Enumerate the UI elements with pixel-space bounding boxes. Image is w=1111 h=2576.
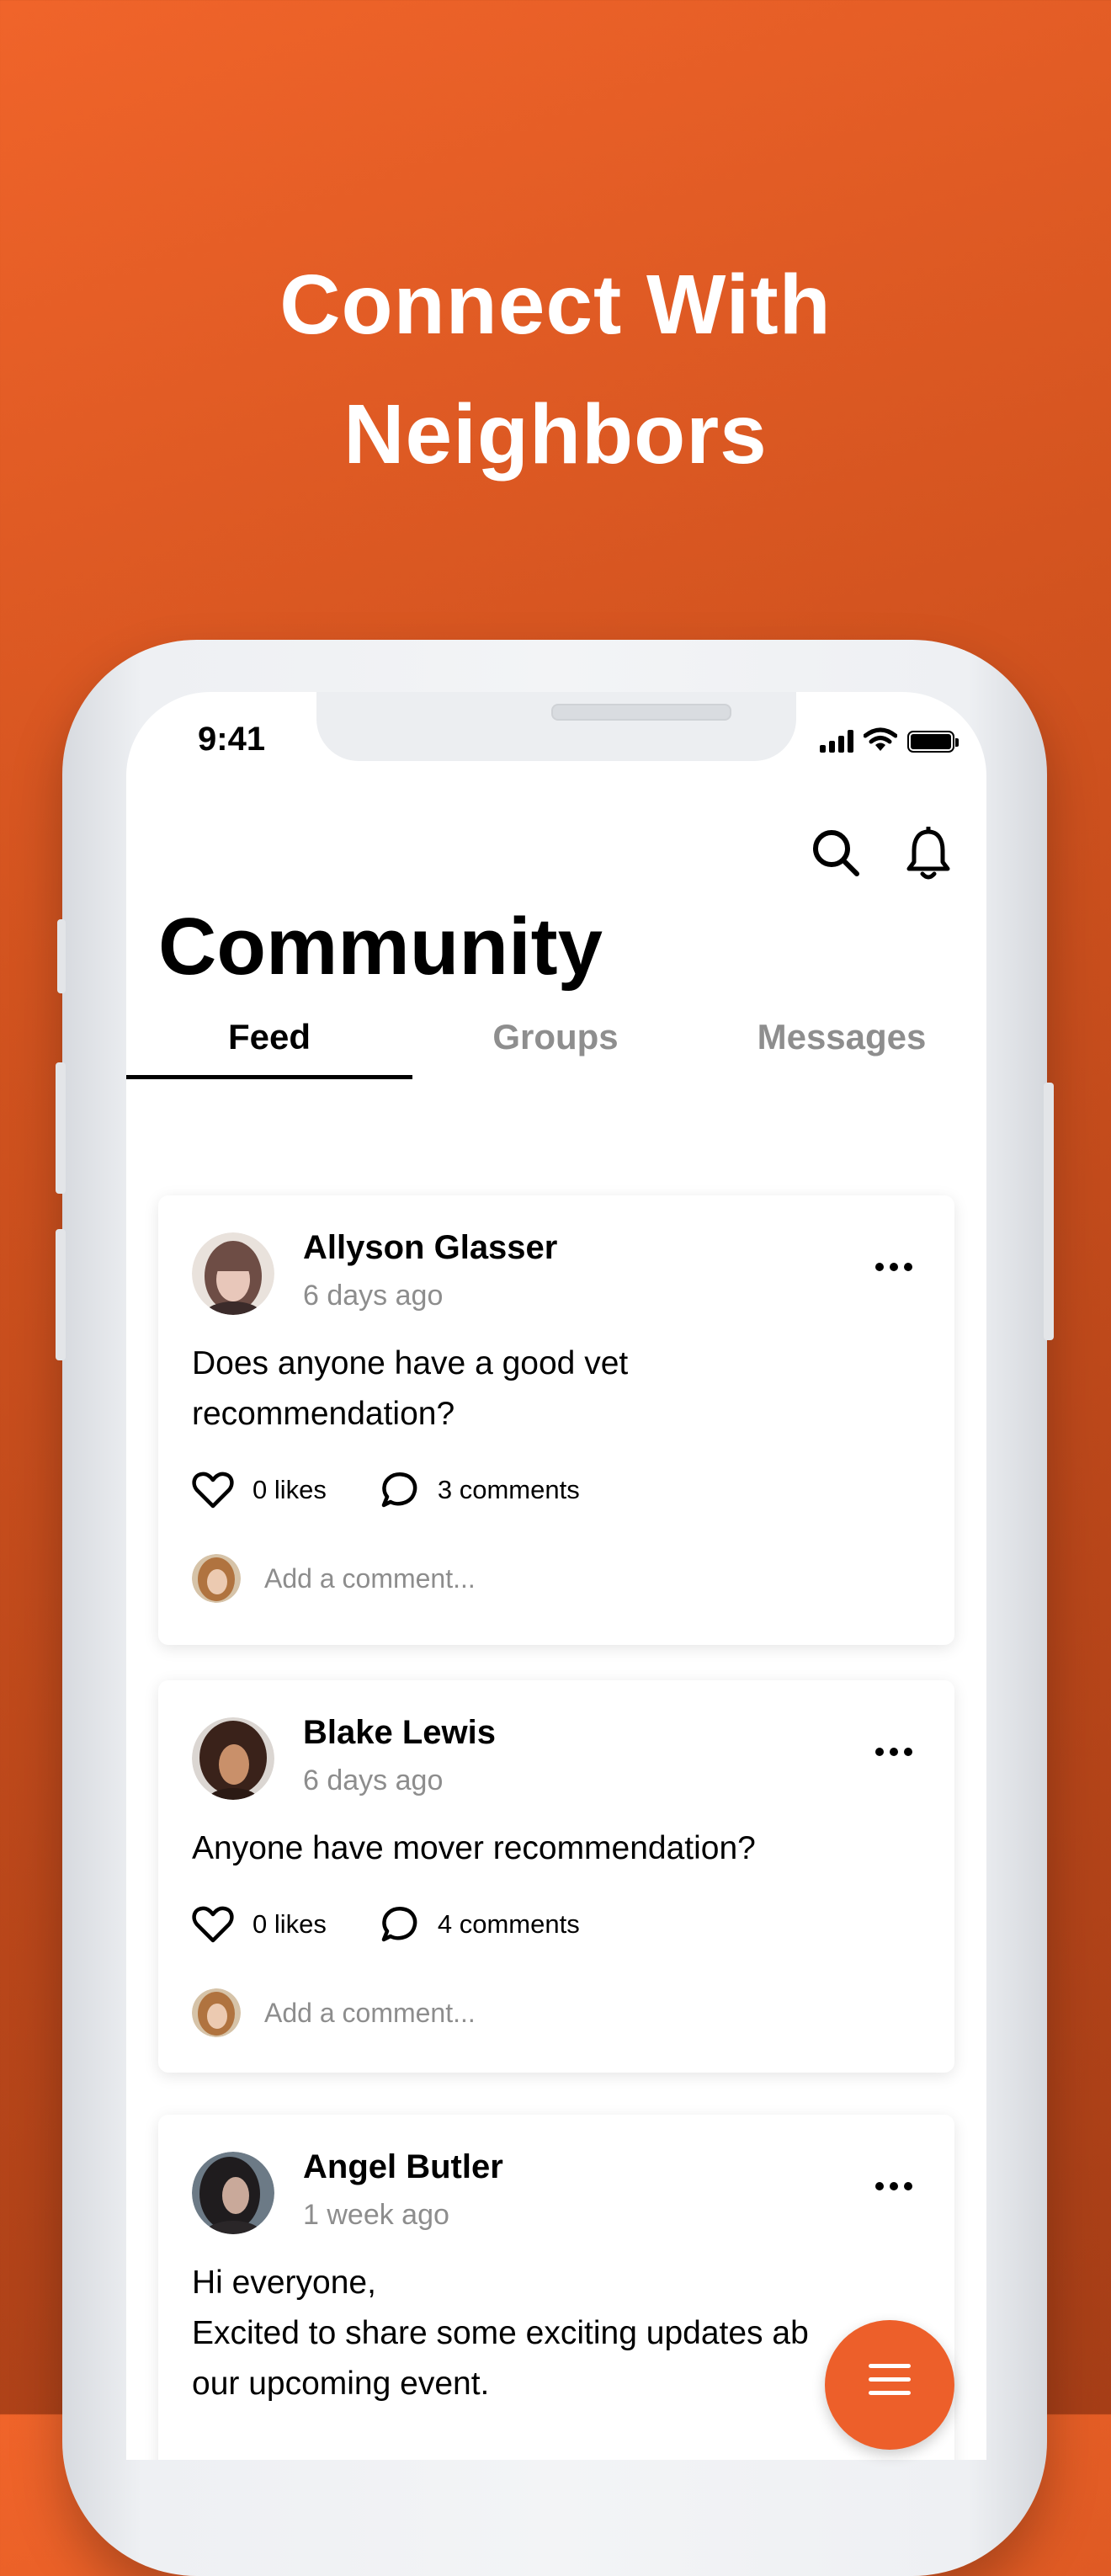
post-text: Anyone have mover recommendation? <box>192 1823 924 1874</box>
menu-fab-button[interactable] <box>825 2320 954 2450</box>
like-button[interactable]: 0 likes <box>192 1471 327 1509</box>
post-text-line: Excited to share some exciting updates a… <box>192 2315 809 2351</box>
post-text-line: Hi everyone, <box>192 2265 376 2301</box>
search-icon[interactable] <box>810 827 862 879</box>
likes-count: 0 likes <box>252 1475 327 1504</box>
tab-groups[interactable]: Groups <box>412 1012 699 1079</box>
current-user-avatar <box>192 1554 241 1603</box>
status-time: 9:41 <box>198 721 266 758</box>
post-text-line: Anyone have mover recommendation? <box>192 1830 756 1866</box>
author-avatar[interactable] <box>192 1232 274 1315</box>
post-timestamp: 1 week ago <box>303 2199 449 2231</box>
add-comment-row[interactable]: Add a comment... <box>192 1988 476 2037</box>
post-text-line: recommendation? <box>192 1396 455 1432</box>
phone-volume-down <box>56 1229 66 1360</box>
post-text: Hi everyone, Excited to share some excit… <box>192 2258 924 2409</box>
headline-line-1: Connect With <box>279 258 832 352</box>
post-timestamp: 6 days ago <box>303 1764 444 1796</box>
comments-count: 4 comments <box>437 1909 580 1939</box>
post-text-line: our upcoming event. <box>192 2366 490 2402</box>
post-actions: 0 likes 4 comments <box>192 1904 632 1945</box>
author-name[interactable]: Blake Lewis <box>303 1714 496 1752</box>
add-comment-row[interactable]: Add a comment... <box>192 1554 476 1603</box>
author-avatar[interactable] <box>192 2152 274 2234</box>
add-comment-input[interactable]: Add a comment... <box>264 1563 476 1594</box>
add-comment-input[interactable]: Add a comment... <box>264 1998 476 2029</box>
page-title: Community <box>158 902 603 992</box>
more-options-icon[interactable] <box>875 2182 912 2190</box>
comments-count: 3 comments <box>437 1475 580 1504</box>
comments-button[interactable]: 4 comments <box>379 1904 580 1945</box>
post-card: Blake Lewis 6 days ago Anyone have mover… <box>158 1680 954 2073</box>
phone-silent-switch <box>57 919 66 993</box>
author-avatar[interactable] <box>192 1717 274 1800</box>
post-text-line: Does anyone have a good vet <box>192 1345 629 1381</box>
like-button[interactable]: 0 likes <box>192 1905 327 1944</box>
tab-messages[interactable]: Messages <box>699 1012 985 1079</box>
comment-bubble-icon <box>381 1907 417 1942</box>
status-icons <box>820 727 959 753</box>
tab-bar: Feed Groups Messages <box>126 1012 986 1079</box>
author-name[interactable]: Angel Butler <box>303 2148 503 2186</box>
header-actions <box>810 827 953 882</box>
phone-screen: 9:41 Community Feed Groups Messages Ally… <box>126 692 986 2460</box>
wifi-icon <box>864 727 897 751</box>
heart-icon <box>192 1906 234 1943</box>
post-timestamp: 6 days ago <box>303 1280 444 1312</box>
more-options-icon[interactable] <box>875 1748 912 1756</box>
post-card: Allyson Glasser 6 days ago Does anyone h… <box>158 1195 954 1645</box>
phone-volume-up <box>56 1062 66 1194</box>
headline-line-2: Neighbors <box>343 387 768 482</box>
phone-power-button <box>1044 1083 1054 1340</box>
battery-icon <box>907 731 959 753</box>
notch <box>316 692 796 761</box>
menu-icon <box>869 2364 911 2404</box>
author-name[interactable]: Allyson Glasser <box>303 1229 557 1267</box>
marketing-headline: Connect With Neighbors <box>0 240 1111 499</box>
likes-count: 0 likes <box>252 1909 327 1939</box>
tab-feed[interactable]: Feed <box>126 1012 412 1079</box>
post-actions: 0 likes 3 comments <box>192 1470 632 1510</box>
signal-icon <box>820 729 853 753</box>
more-options-icon[interactable] <box>875 1263 912 1271</box>
speaker-grille <box>551 704 731 721</box>
comments-button[interactable]: 3 comments <box>379 1470 580 1510</box>
post-text: Does anyone have a good vet recommendati… <box>192 1339 924 1440</box>
bell-icon[interactable] <box>904 827 953 882</box>
current-user-avatar <box>192 1988 241 2037</box>
heart-icon <box>192 1472 234 1509</box>
comment-bubble-icon <box>381 1472 417 1508</box>
